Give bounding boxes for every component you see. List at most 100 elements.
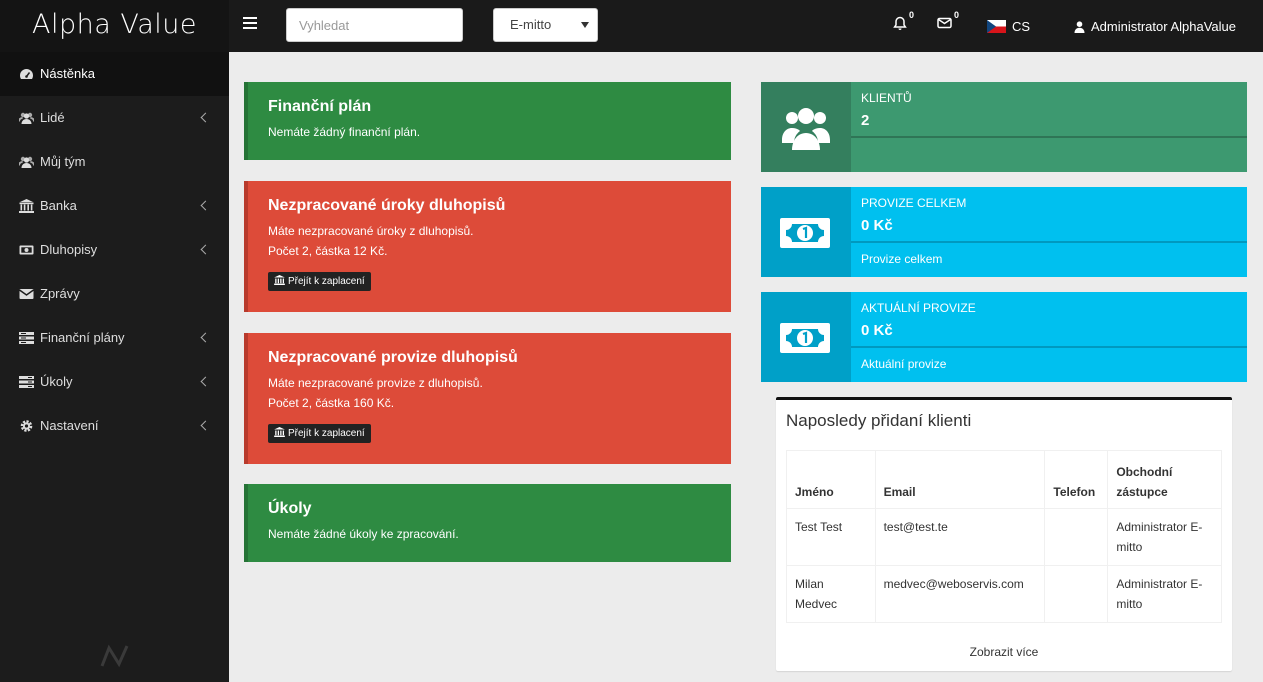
chevron-left-icon [200, 200, 211, 211]
users-icon [19, 112, 34, 124]
sidebar-item-bank[interactable]: Banka [0, 184, 229, 228]
messages-badge: 0 [953, 10, 959, 20]
users-icon [782, 108, 830, 150]
chevron-left-icon [200, 376, 211, 387]
footer-logo-icon [100, 644, 129, 668]
cell-email: test@test.te [874, 508, 1046, 566]
cell-agent: Administrator E-mitto [1107, 565, 1222, 623]
sidebar-item-messages[interactable]: Zprávy [0, 272, 229, 316]
bank-icon [19, 199, 34, 213]
cell-phone [1044, 565, 1109, 623]
cell-agent: Administrator E-mitto [1107, 508, 1222, 566]
financial-plan-card: Finanční plán Nemáte žádný finanční plán… [244, 82, 731, 160]
chevron-left-icon [200, 420, 211, 431]
sidebar-item-label: Finanční plány [40, 330, 125, 345]
go-to-payment-button[interactable]: Přejít k zaplacení [268, 424, 371, 443]
cell-email: medvec@weboservis.com [874, 565, 1046, 623]
cell-name: Milan Medvec [786, 565, 876, 623]
info-box-value: 0 Kč [861, 322, 893, 339]
go-to-payment-button[interactable]: Přejít k zaplacení [268, 272, 371, 291]
info-box-description: Aktuální provize [861, 357, 947, 371]
language-switcher[interactable]: CS [987, 19, 1030, 34]
user-name: Administrator AlphaValue [1091, 19, 1237, 34]
info-box-icon-area [761, 292, 851, 382]
recent-clients-panel: Naposledy přidaní klienti Jméno Email Te… [776, 397, 1232, 671]
sidebar-item-people[interactable]: Lidé [0, 96, 229, 140]
chevron-down-icon [581, 22, 589, 28]
button-label: Přejít k zaplacení [288, 276, 365, 287]
notifications-button[interactable]: 0 [893, 10, 914, 36]
button-label: Přejít k zaplacení [288, 428, 365, 439]
sidebar-item-dashboard[interactable]: Nástěnka [0, 52, 229, 96]
unprocessed-commission-card: Nezpracované provize dluhopisů Máte nezp… [244, 333, 731, 464]
card-text: Počet 2, částka 12 Kč. [268, 244, 388, 258]
company-select[interactable]: E-mitto [493, 8, 598, 42]
info-box-value: 2 [861, 112, 870, 129]
clients-info-box: KLIENTŮ 2 [761, 82, 1247, 172]
money-icon [780, 323, 830, 353]
column-header: Telefon [1044, 450, 1109, 509]
card-text: Nemáte žádné úkoly ke zpracování. [268, 527, 459, 541]
bank-icon [274, 427, 285, 437]
user-icon [1074, 21, 1085, 33]
chevron-left-icon [200, 112, 211, 123]
card-text: Máte nezpracované provize z dluhopisů. [268, 376, 483, 390]
messages-button[interactable]: 0 [937, 10, 959, 35]
card-text: Počet 2, částka 160 Kč. [268, 396, 395, 410]
tasks-card: Úkoly Nemáte žádné úkoly ke zpracování. [244, 484, 731, 562]
sidebar-item-label: Můj tým [40, 154, 86, 169]
sidebar-item-label: Nastavení [40, 418, 99, 433]
show-more-link[interactable]: Zobrazit více [776, 645, 1232, 659]
column-header: Obchodní zástupce [1107, 450, 1222, 509]
info-box-icon-area [761, 187, 851, 277]
brand-logo[interactable]: Alpha Value [0, 0, 229, 52]
envelope-icon [19, 289, 34, 299]
gear-icon [20, 420, 33, 432]
user-menu[interactable]: Administrator AlphaValue [1074, 19, 1236, 34]
sidebar-item-tasks[interactable]: Úkoly [0, 360, 229, 404]
tasks-icon [19, 376, 34, 388]
cell-name: Test Test [786, 508, 876, 566]
info-box-label: PROVIZE CELKEM [861, 196, 967, 210]
column-header: Jméno [786, 450, 876, 509]
column-header: Email [874, 450, 1046, 509]
search-input[interactable] [286, 8, 463, 42]
info-box-label: KLIENTŮ [861, 91, 912, 105]
sidebar-item-financial-plans[interactable]: Finanční plány [0, 316, 229, 360]
sidebar-item-label: Úkoly [40, 374, 73, 389]
sidebar-item-my-team[interactable]: Můj tým [0, 140, 229, 184]
info-box-value: 0 Kč [861, 217, 893, 234]
chevron-left-icon [200, 244, 211, 255]
sidebar-item-label: Nástěnka [40, 66, 95, 81]
sidebar-item-label: Lidé [40, 110, 65, 125]
team-icon [19, 156, 34, 168]
card-title: Úkoly [268, 500, 312, 517]
divider [851, 136, 1247, 138]
company-select-value: E-mitto [510, 17, 552, 32]
unprocessed-interest-card: Nezpracované úroky dluhopisů Máte nezpra… [244, 181, 731, 312]
sidebar-item-bonds[interactable]: Dluhopisy [0, 228, 229, 272]
recent-clients-table: Jméno Email Telefon Obchodní zástupce Te… [786, 450, 1222, 623]
sidebar-item-label: Banka [40, 198, 77, 213]
chevron-left-icon [200, 332, 211, 343]
notifications-badge: 0 [908, 10, 914, 20]
sidebar-item-settings[interactable]: Nastavení [0, 404, 229, 448]
card-title: Nezpracované provize dluhopisů [268, 349, 518, 366]
sidebar-item-label: Dluhopisy [40, 242, 98, 257]
table-row[interactable]: Test Test test@test.te Administrator E-m… [786, 508, 1222, 566]
card-title: Nezpracované úroky dluhopisů [268, 197, 506, 214]
list-icon [19, 332, 34, 344]
bell-icon [893, 16, 907, 30]
info-box-label: AKTUÁLNÍ PROVIZE [861, 301, 976, 315]
language-label: CS [1012, 19, 1031, 34]
sidebar: Nástěnka Lidé Můj tým Banka Dluhopisy Zp… [0, 52, 229, 682]
cell-phone [1044, 508, 1109, 566]
table-row[interactable]: Milan Medvec medvec@weboservis.com Admin… [786, 565, 1222, 623]
divider [851, 346, 1247, 348]
current-commission-info-box: AKTUÁLNÍ PROVIZE 0 Kč Aktuální provize [761, 292, 1247, 382]
dashboard-icon [20, 69, 33, 79]
info-box-icon-area [761, 82, 851, 172]
czech-flag-icon [987, 20, 1006, 33]
menu-toggle-icon[interactable] [243, 17, 257, 31]
sidebar-item-label: Zprávy [40, 286, 80, 301]
